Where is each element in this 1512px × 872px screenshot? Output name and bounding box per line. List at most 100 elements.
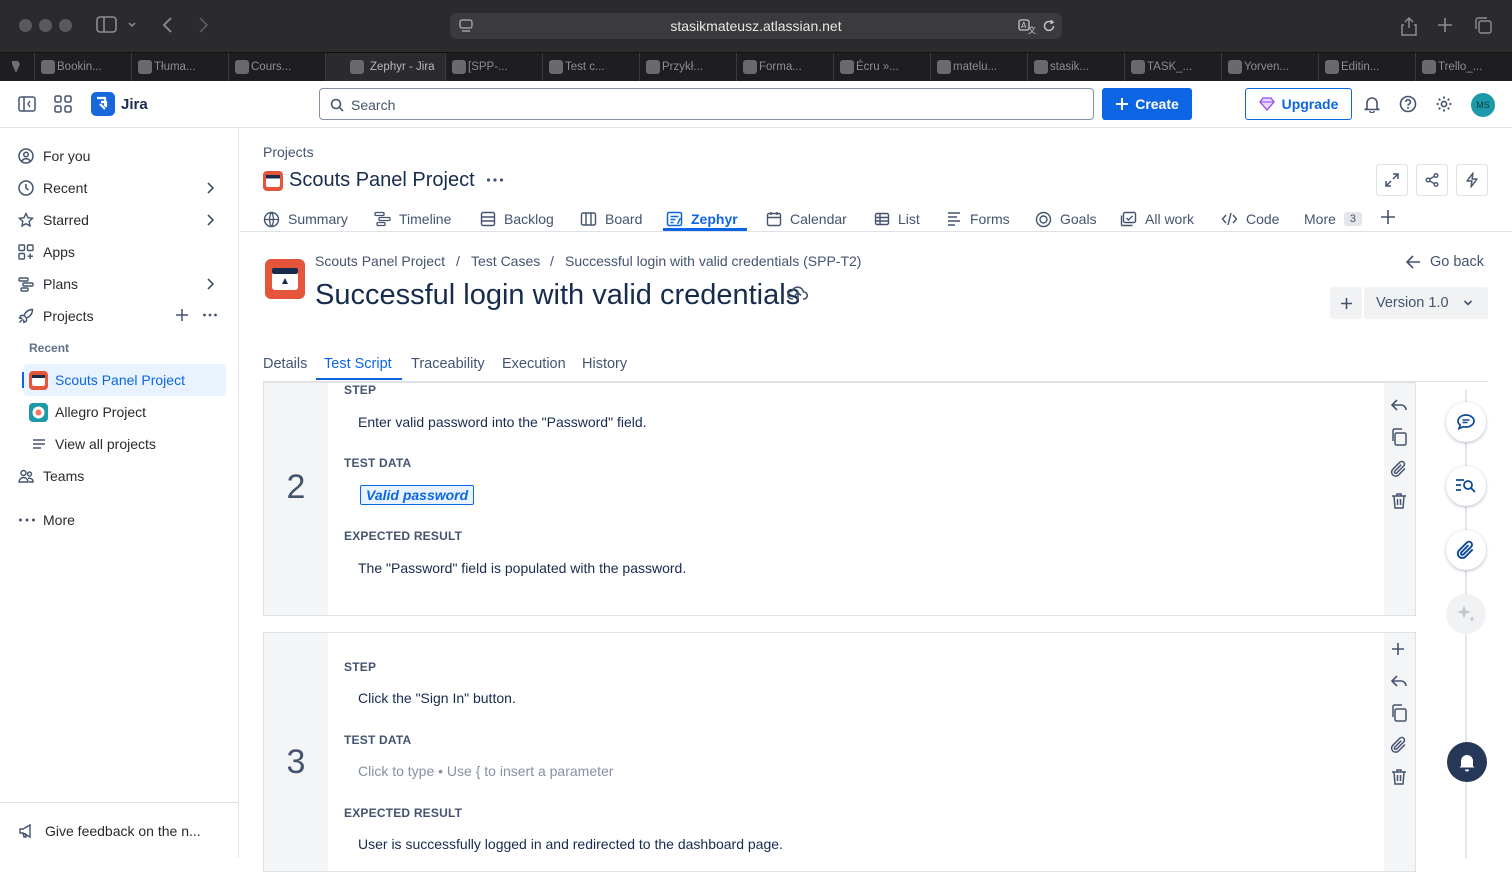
browser-tab[interactable]: Editin... [1318, 53, 1415, 81]
test-data-parameter[interactable]: Valid password [360, 485, 475, 505]
tab-more[interactable]: More 3 [1304, 207, 1363, 231]
new-tab-icon[interactable] [1437, 17, 1453, 33]
translate-icon[interactable]: A文 [1018, 18, 1036, 34]
pinned-tab-icon[interactable] [9, 60, 23, 74]
minimize-window-button[interactable] [39, 19, 52, 32]
share-button[interactable] [1416, 164, 1448, 196]
trash-icon[interactable] [1390, 492, 1408, 510]
upgrade-button[interactable]: Upgrade [1245, 88, 1352, 120]
add-project-plus-icon[interactable] [175, 308, 189, 322]
sidebar-item-allegro-project[interactable]: Allegro Project [24, 396, 226, 428]
breadcrumb-projects[interactable]: Projects [263, 144, 314, 160]
tab-board[interactable]: Board [580, 207, 642, 231]
go-back-link[interactable]: Go back [1406, 254, 1484, 270]
tab-backlog[interactable]: Backlog [480, 207, 554, 231]
help-icon[interactable] [1399, 95, 1417, 113]
attachments-button[interactable] [1446, 530, 1486, 570]
attachment-icon[interactable] [1390, 460, 1408, 478]
sidebar-item-recent[interactable]: Recent [8, 172, 226, 204]
breadcrumb-test-cases[interactable]: Test Cases [471, 253, 540, 269]
notification-bell-button[interactable] [1447, 742, 1487, 782]
sidebar-item-starred[interactable]: Starred [8, 204, 226, 236]
browser-tab[interactable]: Écru »... [833, 53, 930, 81]
browser-tab[interactable]: Cours... [228, 53, 325, 81]
comments-button[interactable] [1446, 402, 1486, 442]
tab-goals[interactable]: Goals [1035, 207, 1097, 231]
expected-result-text[interactable]: User is successfully logged in and redir… [358, 836, 783, 852]
fullscreen-button[interactable] [1376, 164, 1408, 196]
copy-icon[interactable] [1390, 704, 1408, 722]
sidebar-item-projects[interactable]: Projects [8, 300, 226, 332]
browser-tab-active[interactable]: Zephyr - Jira [325, 53, 445, 81]
jira-logo-icon[interactable] [91, 92, 115, 116]
search-input[interactable]: Search [319, 88, 1094, 120]
search-details-button[interactable] [1446, 466, 1486, 506]
tab-calendar[interactable]: Calendar [766, 207, 847, 231]
reload-icon[interactable] [1042, 19, 1056, 33]
settings-gear-icon[interactable] [1435, 95, 1453, 113]
test-case-title[interactable]: Successful login with valid credentials [315, 279, 800, 312]
app-switcher-icon[interactable] [54, 95, 72, 113]
reply-arrow-icon[interactable] [1390, 397, 1408, 413]
step-text[interactable]: Enter valid password into the "Password"… [358, 414, 647, 430]
browser-tab[interactable]: Trello_... [1415, 53, 1512, 81]
share-icon[interactable] [1400, 16, 1418, 36]
browser-tab[interactable]: stasik... [1027, 53, 1124, 81]
tab-forms[interactable]: Forms [946, 207, 1010, 231]
tab-traceability[interactable]: Traceability [411, 356, 485, 372]
tab-execution[interactable]: Execution [502, 356, 566, 372]
tab-history[interactable]: History [582, 356, 627, 372]
browser-tab[interactable]: matelu... [930, 53, 1027, 81]
close-window-button[interactable] [19, 19, 32, 32]
notifications-bell-icon[interactable] [1364, 95, 1380, 113]
sidebar-item-more[interactable]: More [8, 504, 226, 536]
breadcrumb-test-case[interactable]: Successful login with valid credentials … [565, 253, 861, 269]
sidebar-item-teams[interactable]: Teams [8, 460, 226, 492]
browser-tab[interactable]: [SPP-... [445, 53, 542, 81]
tab-overview-icon[interactable] [1474, 16, 1493, 35]
browser-tab[interactable]: Tłuma... [131, 53, 228, 81]
sidebar-item-plans[interactable]: Plans [8, 268, 226, 300]
reply-arrow-icon[interactable] [1390, 673, 1408, 689]
collapse-sidebar-icon[interactable] [18, 96, 36, 112]
tab-details[interactable]: Details [263, 356, 307, 372]
sidebar-item-for-you[interactable]: For you [8, 140, 226, 172]
tab-list[interactable]: List [874, 207, 920, 231]
sidebar-item-scouts-panel-project[interactable]: Scouts Panel Project [24, 364, 226, 396]
zoom-window-button[interactable] [59, 19, 72, 32]
project-more-icon[interactable] [486, 173, 504, 187]
copy-icon[interactable] [1390, 428, 1408, 446]
chevron-down-icon[interactable] [127, 20, 137, 30]
attachment-icon[interactable] [1390, 736, 1408, 754]
trash-icon[interactable] [1390, 768, 1408, 786]
tab-code[interactable]: Code [1221, 207, 1279, 231]
give-feedback-button[interactable]: Give feedback on the n... [8, 815, 226, 847]
tab-summary[interactable]: Summary [263, 207, 348, 231]
app-name[interactable]: Jira [121, 96, 148, 113]
browser-tab[interactable]: Bookin... [34, 53, 131, 81]
browser-tab[interactable]: Przykł... [639, 53, 736, 81]
add-step-plus-icon[interactable] [1390, 641, 1406, 657]
breadcrumb-project[interactable]: Scouts Panel Project [315, 253, 445, 269]
step-text[interactable]: Click the "Sign In" button. [358, 690, 516, 706]
back-arrow-icon[interactable] [160, 15, 176, 35]
browser-tab[interactable]: Test c... [542, 53, 639, 81]
tab-all-work[interactable]: All work [1120, 207, 1194, 231]
tab-timeline[interactable]: Timeline [374, 207, 451, 231]
forward-arrow-icon[interactable] [195, 15, 211, 35]
browser-tab[interactable]: Yorven... [1221, 53, 1318, 81]
expected-result-text[interactable]: The "Password" field is populated with t… [358, 560, 686, 576]
test-data-input[interactable]: Click to type • Use { to insert a parame… [358, 763, 613, 779]
browser-tab[interactable]: TASK_... [1124, 53, 1221, 81]
tab-test-script[interactable]: Test Script [324, 356, 392, 372]
sidebar-item-view-all-projects[interactable]: View all projects [24, 428, 226, 460]
browser-tab[interactable]: Forma... [736, 53, 833, 81]
user-avatar[interactable]: MS [1471, 93, 1495, 117]
ai-assist-button[interactable] [1446, 594, 1486, 634]
projects-more-icon[interactable] [202, 308, 218, 322]
address-bar[interactable]: stasikmateusz.atlassian.net A文 [450, 13, 1062, 39]
create-button[interactable]: Create [1102, 88, 1192, 120]
sidebar-item-apps[interactable]: Apps [8, 236, 226, 268]
automation-button[interactable] [1456, 164, 1488, 196]
sidebar-toggle-icon[interactable] [96, 15, 118, 35]
